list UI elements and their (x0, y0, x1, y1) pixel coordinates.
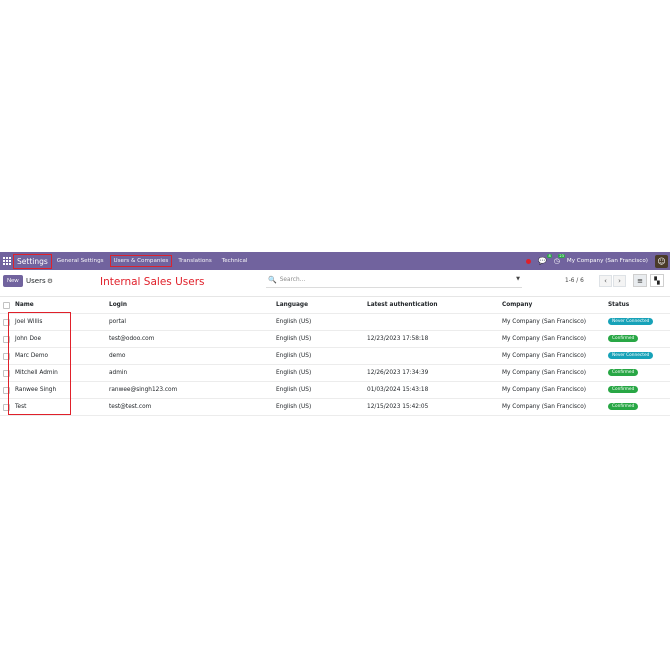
debug-dot-icon[interactable] (526, 258, 532, 264)
app-title[interactable]: Settings (13, 253, 52, 269)
top-navbar: Settings General Settings Users & Compan… (0, 252, 670, 270)
status-badge: Confirmed (608, 386, 639, 393)
gear-icon[interactable]: ⚙ (47, 277, 53, 285)
pager-value[interactable]: 1-6 / 6 (565, 278, 584, 284)
cell-auth: 01/03/2024 15:43:18 (367, 387, 429, 393)
status-badge: Confirmed (608, 369, 639, 376)
annotation-highlight-box (8, 312, 71, 415)
control-panel: New Users ⚙ Internal Sales Users 🔍 Searc… (0, 270, 670, 297)
table-row[interactable]: Mitchell Admin admin English (US) 12/26/… (0, 365, 670, 382)
cell-login: portal (109, 319, 127, 325)
header-name[interactable]: Name (15, 297, 34, 313)
user-avatar[interactable]: ☺ (655, 254, 668, 268)
table-row[interactable]: Ranwee Singh ranwee@singh123.com English… (0, 382, 670, 399)
cell-language: English (US) (276, 319, 312, 325)
cell-auth: 12/15/2023 15:42:05 (367, 404, 429, 410)
cell-company: My Company (San Francisco) (502, 370, 587, 376)
chevron-down-icon[interactable]: ▼ (516, 276, 520, 282)
header-company[interactable]: Company (502, 297, 532, 313)
chat-icon[interactable]: 💬 8 (538, 254, 552, 265)
menu-technical[interactable]: Technical (220, 257, 250, 265)
breadcrumb: Users (26, 277, 46, 285)
search-icon: 🔍 (268, 276, 277, 284)
header-status[interactable]: Status (608, 297, 629, 313)
cell-company: My Company (San Francisco) (502, 353, 587, 359)
header-login[interactable]: Login (109, 297, 127, 313)
table-row[interactable]: Test test@test.com English (US) 12/15/20… (0, 399, 670, 416)
table-header: Name Login Language Latest authenticatio… (0, 297, 670, 314)
app-window: Settings General Settings Users & Compan… (0, 252, 670, 417)
cell-language: English (US) (276, 370, 312, 376)
new-button[interactable]: New (3, 275, 23, 287)
cell-company: My Company (San Francisco) (502, 404, 587, 410)
menu-translations[interactable]: Translations (176, 257, 213, 265)
annotation-label: Internal Sales Users (100, 276, 205, 288)
cell-company: My Company (San Francisco) (502, 336, 587, 342)
list-view-button[interactable]: ≡ (633, 274, 647, 287)
table-row[interactable]: John Doe test@odoo.com English (US) 12/2… (0, 331, 670, 348)
cell-language: English (US) (276, 387, 312, 393)
kanban-view-button[interactable]: ▚ (650, 274, 664, 287)
status-badge: Confirmed (608, 335, 639, 342)
cell-company: My Company (San Francisco) (502, 387, 587, 393)
navbar-systray: 💬 8 ◷ 23 My Company (San Francisco) ☺ (519, 252, 670, 270)
cell-login: ranwee@singh123.com (109, 387, 178, 393)
cell-language: English (US) (276, 336, 312, 342)
search-placeholder: Search... (279, 277, 306, 283)
cell-language: English (US) (276, 353, 312, 359)
cell-login: test@test.com (109, 404, 152, 410)
activity-badge: 23 (558, 254, 565, 258)
cell-login: demo (109, 353, 126, 359)
search-input[interactable]: 🔍 Search... ▼ (266, 273, 522, 288)
header-language[interactable]: Language (276, 297, 308, 313)
company-switcher[interactable]: My Company (San Francisco) (567, 258, 648, 264)
cell-language: English (US) (276, 404, 312, 410)
table-row[interactable]: Joel Willis portal English (US) My Compa… (0, 314, 670, 331)
cell-auth: 12/26/2023 17:34:39 (367, 370, 429, 376)
pager-previous-button[interactable]: ‹ (599, 275, 612, 287)
pager-next-button[interactable]: › (613, 275, 626, 287)
cell-login: admin (109, 370, 128, 376)
header-latest-authentication[interactable]: Latest authentication (367, 297, 438, 313)
grid-icon[interactable] (3, 257, 11, 265)
chat-badge: 8 (547, 254, 552, 258)
cell-login: test@odoo.com (109, 336, 155, 342)
clock-icon[interactable]: ◷ 23 (554, 254, 565, 265)
table-row[interactable]: Marc Demo demo English (US) My Company (… (0, 348, 670, 365)
status-badge: Confirmed (608, 403, 639, 410)
menu-users-companies[interactable]: Users & Companies (109, 255, 173, 267)
select-all-checkbox[interactable] (3, 302, 10, 309)
status-badge: Never Connected (608, 352, 654, 359)
cell-company: My Company (San Francisco) (502, 319, 587, 325)
status-badge: Never Connected (608, 318, 654, 325)
cell-auth: 12/23/2023 17:58:18 (367, 336, 429, 342)
menu-general-settings[interactable]: General Settings (55, 257, 106, 265)
